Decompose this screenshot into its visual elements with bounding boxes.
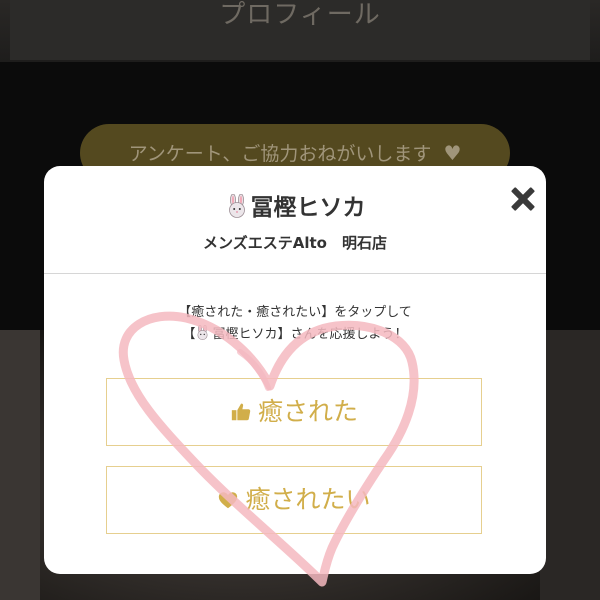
heart-icon <box>219 492 238 509</box>
therapist-name-heading: 冨樫ヒソカ <box>44 188 546 222</box>
instruction-line-2: 【 冨樫ヒソカ】さんを応援しよう！ <box>44 324 546 346</box>
thumbs-up-icon <box>231 403 251 421</box>
support-modal: 冨樫ヒソカ メンズエステAlto 明石店 【癒された・癒されたい】をタップして … <box>44 166 546 574</box>
vote-healed-button[interactable]: 癒された <box>106 378 482 446</box>
instruction-line-1: 【癒された・癒されたい】をタップして <box>178 305 412 320</box>
vote-want-healing-label: 癒されたい <box>245 485 371 514</box>
header-divider <box>44 273 546 274</box>
shop-name: メンズエステAlto 明石店 <box>203 234 387 252</box>
survey-button-label: アンケート、ご協力おねがいします <box>128 143 432 165</box>
background-page-title: プロフィール <box>219 0 381 30</box>
instruction-bracket-open: 【 <box>182 327 196 342</box>
background-photo-edge-left <box>0 330 40 600</box>
therapist-name: 冨樫ヒソカ <box>250 195 366 221</box>
background-photo-edge-right <box>540 330 600 600</box>
instruction-line-2-suffix: 】さんを応援しよう！ <box>277 327 408 342</box>
rabbit-icon <box>197 325 208 340</box>
vote-healed-label: 癒された <box>257 397 358 426</box>
heart-icon: ♥ <box>443 141 462 165</box>
rabbit-icon <box>228 194 245 218</box>
vote-want-healing-button[interactable]: 癒されたい <box>106 466 482 534</box>
instruction-text: 【癒された・癒されたい】をタップして 【 冨樫ヒソカ】さんを応援しよう！ <box>44 302 546 346</box>
instruction-therapist-name: 冨樫ヒソカ <box>212 327 278 342</box>
background-header: プロフィール <box>0 0 600 62</box>
